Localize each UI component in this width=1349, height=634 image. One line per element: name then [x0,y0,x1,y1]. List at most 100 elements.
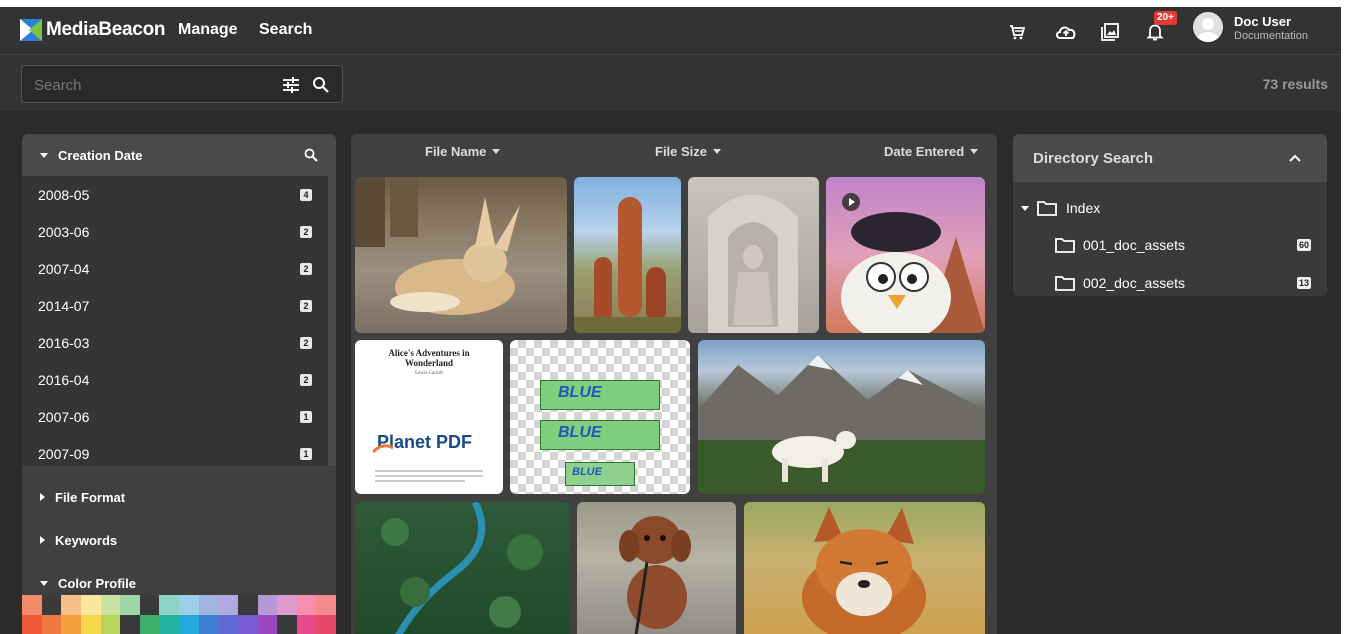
thumbnail-red-fox[interactable] [744,502,985,634]
thumbnail-forest-river[interactable] [355,502,570,634]
color-swatch[interactable] [120,615,140,634]
thumbnail-poodle[interactable] [577,502,736,634]
directory-root-label: Index [1066,200,1101,216]
caret-down-icon [713,149,722,154]
color-swatch[interactable] [218,595,238,615]
pdf-author: Lewis Carroll [415,371,443,376]
creation-date-list: 2008-05 4 2003-06 2 2007-04 2 2014-07 2 2016… [22,176,328,466]
color-swatch[interactable] [316,615,336,634]
sort-file-name[interactable]: File Name [425,144,501,159]
color-swatch[interactable] [100,595,121,615]
caret-right-icon [40,493,45,501]
date-item[interactable]: 2007-09 1 [22,435,328,472]
color-swatch[interactable] [277,615,297,634]
top-bar: MediaBeacon Manage Search 20+ Doc User D… [0,7,1341,55]
color-swatch[interactable] [159,595,179,615]
color-swatch[interactable] [179,615,199,634]
date-label: 2003-06 [38,223,90,240]
date-item[interactable]: 2016-04 2 [22,361,328,398]
thumbnail-mountain-goat[interactable] [698,340,985,494]
notification-badge: 20+ [1154,11,1177,25]
facet-search-icon[interactable] [304,148,318,162]
date-item[interactable]: 2014-07 2 [22,287,328,324]
thumbnail-fennec-fox[interactable] [355,177,567,333]
color-swatch[interactable] [80,595,101,615]
cart-icon[interactable] [1004,19,1030,45]
color-swatch[interactable] [179,595,199,615]
thumbnail-blue-box[interactable]: BLUE BLUE BLUE [510,340,690,494]
facet-file-format-header[interactable]: File Format [22,476,336,518]
avatar[interactable] [1193,12,1223,42]
color-swatch[interactable] [159,615,179,634]
user-name[interactable]: Doc User [1234,14,1291,29]
filter-sliders-icon[interactable] [282,77,300,93]
date-item[interactable]: 2007-06 1 [22,398,328,435]
color-swatch[interactable] [237,595,258,615]
color-swatch[interactable] [120,595,140,615]
search-input[interactable] [34,75,264,95]
color-swatch[interactable] [257,615,278,634]
color-swatch[interactable] [61,595,81,615]
color-swatch[interactable] [296,615,317,634]
chevron-up-icon[interactable] [1289,154,1301,162]
nav-search[interactable]: Search [259,21,312,39]
directory-folder[interactable]: 002_doc_assets 13 [1013,265,1327,296]
box-brand: BLUE [558,424,602,441]
gallery-icon[interactable] [1097,19,1123,45]
color-swatch[interactable] [22,595,42,615]
date-item[interactable]: 2003-06 2 [22,213,328,250]
pdf-text-line [375,475,483,477]
thumbnail-video-bird[interactable] [826,177,985,333]
search-icon[interactable] [312,76,330,94]
directory-root[interactable]: Index [1013,190,1327,226]
facet-scrollbar[interactable] [328,176,336,466]
facet-creation-date-header[interactable]: Creation Date [22,134,336,176]
date-item[interactable]: 2016-03 2 [22,324,328,361]
brand-name: MediaBeacon [46,19,166,40]
color-swatch[interactable] [80,615,101,634]
color-swatch[interactable] [257,595,278,615]
color-swatch[interactable] [22,615,42,634]
color-swatch[interactable] [100,615,121,634]
thumbnail-pdf-alice[interactable]: Alice's Adventures in Wonderland Lewis C… [355,340,503,494]
color-swatch[interactable] [41,595,62,615]
count-badge: 2 [300,299,312,312]
date-item[interactable]: 2008-05 4 [22,176,328,213]
facet-creation-date-label: Creation Date [58,147,143,163]
color-swatch[interactable] [218,615,238,634]
sort-date-entered[interactable]: Date Entered [884,144,979,159]
color-swatch[interactable] [41,615,62,634]
directory-header[interactable]: Directory Search [1013,134,1327,182]
asset-grid: File Name File Size Date Entered Alice's… [351,134,997,634]
sort-file-size[interactable]: File Size [655,144,722,159]
facet-color-profile-label: Color Profile [58,575,137,591]
pdf-text-line [375,480,465,482]
color-swatch[interactable] [139,595,160,615]
play-icon[interactable] [842,193,860,211]
color-swatch[interactable] [198,595,219,615]
upload-cloud-icon[interactable] [1053,19,1079,45]
brand-logo[interactable]: MediaBeacon [20,19,165,41]
directory-panel: Directory Search Index 001_doc_assets 60… [1013,134,1327,296]
red-fox-image [802,507,926,634]
color-swatch[interactable] [198,615,219,634]
fennec-fox-image [355,177,520,315]
nav-manage[interactable]: Manage [178,21,238,39]
pdf-title: Alice's Adventures in Wonderland [388,348,470,368]
date-item[interactable]: 2007-04 2 [22,250,328,287]
color-swatch[interactable] [61,615,81,634]
color-swatch[interactable] [237,615,258,634]
color-swatch[interactable] [316,595,336,615]
box-brand: BLUE [572,466,602,478]
thumbnail-stone-carving[interactable] [688,177,819,333]
count-badge: 2 [300,262,312,275]
date-label: 2016-03 [38,334,90,351]
directory-folder[interactable]: 001_doc_assets 60 [1013,227,1327,263]
pdf-text-line [375,470,483,472]
facet-keywords-header[interactable]: Keywords [22,519,336,561]
color-swatch[interactable] [277,595,297,615]
user-avatar-icon [1193,12,1223,42]
color-swatch[interactable] [139,615,160,634]
thumbnail-cactus[interactable] [574,177,681,333]
color-swatch[interactable] [296,595,317,615]
